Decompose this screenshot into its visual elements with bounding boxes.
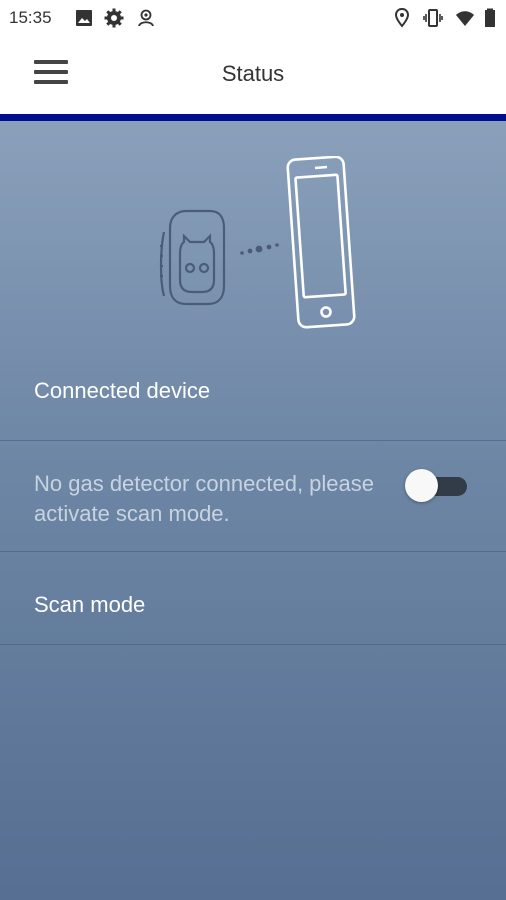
image-icon [76,10,92,26]
smartphone-icon [286,156,356,329]
battery-icon [485,8,495,27]
wifi-icon [456,11,474,26]
status-bar: 15:35 [0,0,506,36]
scan-mode-label: Scan mode [34,592,146,617]
status-content: Connected device No gas detector connect… [0,121,506,900]
toggle-thumb [405,469,438,502]
app-bar: Status [0,36,506,114]
gas-detector-icon [159,209,226,306]
connection-dots-icon [240,243,279,255]
gear-icon [104,8,124,28]
vibrate-icon [423,9,443,27]
connection-illustration [159,156,356,329]
page-title: Status [221,61,285,86]
connected-device-row: Connected device [0,351,506,441]
no-device-message: No gas detector connected, please activa… [34,471,375,526]
app-bar-accent [0,114,506,121]
connected-device-label: Connected device [34,378,211,403]
location-icon [394,8,410,28]
status-time: 15:35 [9,8,52,27]
scan-mode-toggle[interactable] [405,467,469,503]
scan-mode-row[interactable]: Scan mode [0,552,506,645]
account-icon [138,9,154,27]
